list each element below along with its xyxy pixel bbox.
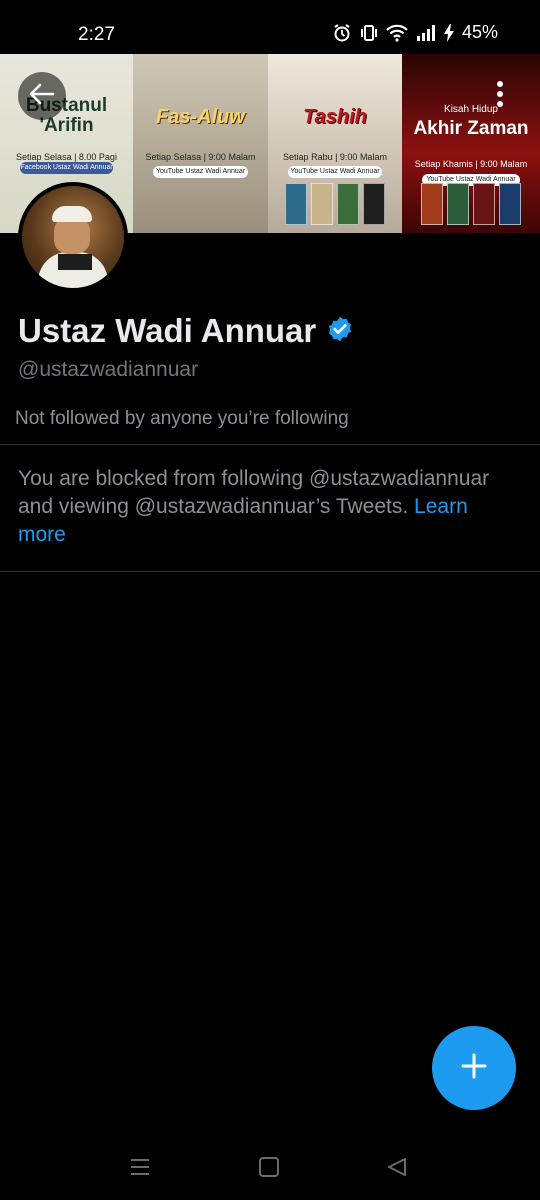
charging-icon [443, 23, 454, 42]
alarm-icon [332, 23, 352, 43]
battery-percent: 45% [461, 22, 498, 42]
banner-panel-schedule: Setiap Rabu | 9:00 Malam [283, 152, 387, 162]
banner-panel-fasaluw: Fas-Aluw Setiap Selasa | 9:00 Malam YouT… [133, 54, 268, 233]
verified-badge-icon[interactable] [326, 315, 354, 348]
divider [0, 444, 540, 445]
banner-panel-schedule: Setiap Selasa | 9:00 Malam [145, 152, 256, 162]
profile-name-row: Ustaz Wadi Annuar [18, 312, 354, 350]
more-options-button[interactable] [476, 72, 524, 120]
plus-icon [460, 1052, 488, 1085]
banner-title-line: 'Arifin [39, 115, 94, 136]
wifi-icon [386, 24, 408, 42]
system-nav-bar [0, 1140, 540, 1200]
signal-icon [416, 24, 436, 42]
avatar-image [22, 186, 124, 288]
banner-panel-tag: Facebook Ustaz Wadi Annuar [20, 162, 113, 174]
status-time: 2:27 [78, 24, 115, 45]
compose-tweet-button[interactable] [432, 1026, 516, 1110]
avatar-cap [52, 206, 92, 222]
banner-panel-tag: YouTube Ustaz Wadi Annuar [288, 166, 382, 178]
banner-panel-schedule: Setiap Khamis | 9:00 Malam [414, 159, 528, 169]
back-button[interactable] [18, 72, 66, 120]
avatar-sign [58, 254, 92, 270]
back-nav-icon[interactable] [386, 1156, 408, 1183]
blocked-notice: You are blocked from following @ustazwad… [18, 465, 518, 549]
banner-panel-title: Akhir Zaman [413, 118, 529, 139]
divider [0, 571, 540, 572]
banner-books [278, 183, 392, 225]
status-icons: 45% [332, 22, 498, 43]
banner-panel-tag: YouTube Ustaz Wadi Annuar [153, 166, 248, 178]
vibrate-icon [360, 23, 378, 43]
recent-apps-icon[interactable] [129, 1156, 151, 1183]
followed-by-text: Not followed by anyone you’re following [15, 408, 349, 429]
banner-panel-schedule: Setiap Selasa | 8.00 Pagi [16, 152, 117, 162]
banner-panel-title: Tashih [303, 106, 367, 128]
arrow-left-icon [29, 83, 55, 110]
home-icon[interactable] [258, 1156, 280, 1183]
status-bar: 2:27 45% [0, 0, 540, 54]
avatar[interactable] [18, 182, 128, 292]
profile-handle: @ustazwadiannuar [18, 358, 199, 381]
banner-panel-tashih: Tashih Setiap Rabu | 9:00 Malam YouTube … [268, 54, 402, 233]
more-vertical-icon [496, 80, 504, 112]
banner-books [412, 183, 530, 225]
profile-name: Ustaz Wadi Annuar [18, 312, 317, 349]
banner-panel-title: Fas-Aluw [156, 106, 245, 128]
